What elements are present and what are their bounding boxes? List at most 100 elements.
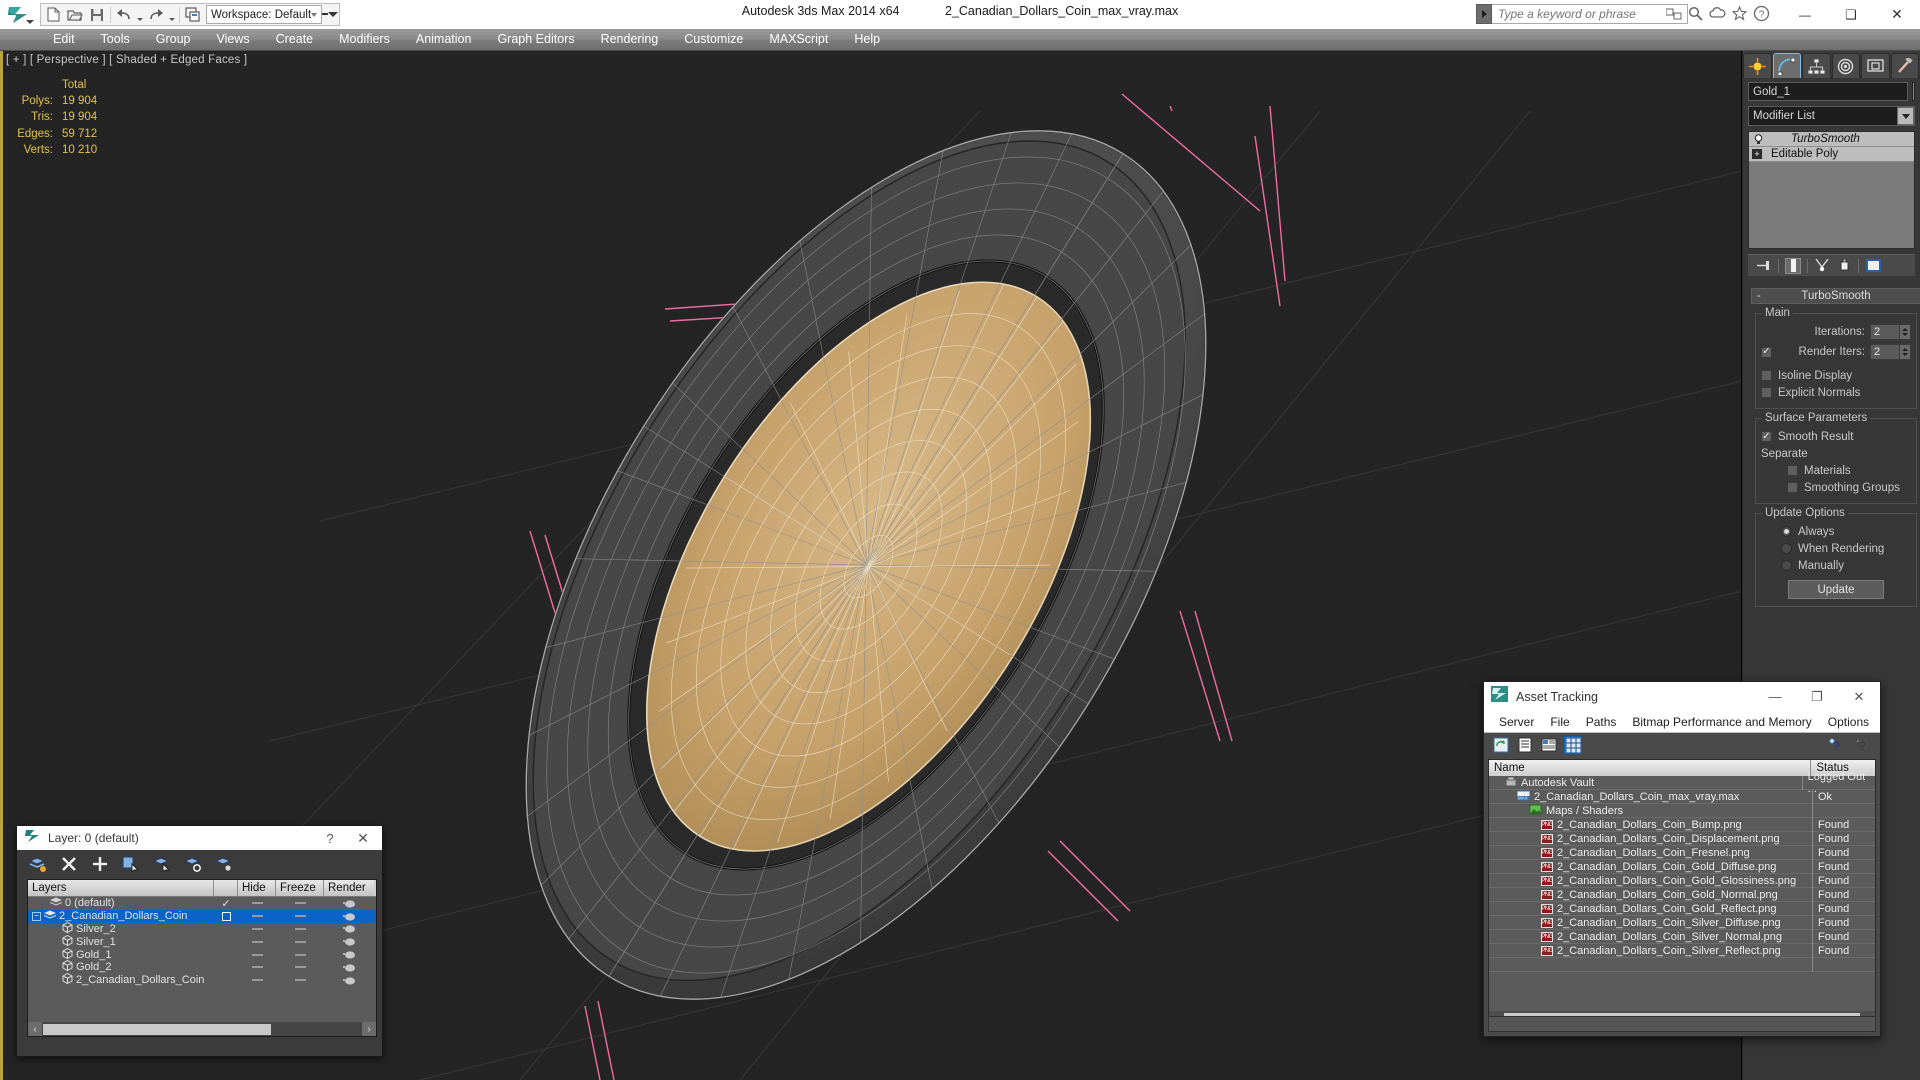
layer-freeze-toggle[interactable] — [276, 902, 324, 904]
asset-menu-file[interactable]: File — [1542, 715, 1577, 729]
layer-horizontal-scrollbar[interactable]: ‹ › — [28, 1022, 376, 1036]
explicit-normals-checkbox[interactable] — [1761, 387, 1772, 398]
modifier-stack[interactable]: TurboSmooth + Editable Poly — [1748, 131, 1915, 249]
make-unique-icon[interactable] — [1814, 258, 1830, 274]
layer-freeze-toggle[interactable] — [276, 966, 324, 968]
menu-tools[interactable]: Tools — [88, 29, 143, 50]
minimize-button[interactable]: — — [1782, 0, 1828, 29]
spinner-arrows[interactable] — [1900, 344, 1911, 360]
modifier-list-dropdown[interactable]: Modifier List — [1748, 106, 1915, 126]
redo-button[interactable] — [145, 4, 167, 25]
spinner-arrows[interactable] — [1900, 324, 1911, 340]
redo-dropdown[interactable] — [167, 4, 177, 25]
modify-tab[interactable] — [1773, 53, 1802, 78]
add-help-icon[interactable]: ? — [1828, 736, 1846, 754]
rollout-header[interactable]: - TurboSmooth — [1751, 288, 1920, 304]
asset-row[interactable]: PNG 2_Canadian_Dollars_Coin_Gold_Reflect… — [1489, 902, 1875, 916]
scroll-right-button[interactable]: › — [362, 1022, 376, 1036]
asset-row[interactable]: PNG 2_Canadian_Dollars_Coin_Silver_Refle… — [1489, 944, 1875, 958]
display-tab[interactable] — [1861, 53, 1890, 78]
cloud-icon[interactable] — [1709, 5, 1726, 22]
asset-row[interactable]: PNG 2_Canadian_Dollars_Coin_Gold_Normal.… — [1489, 888, 1875, 902]
layer-hide-toggle[interactable] — [238, 941, 276, 943]
grid-view-icon[interactable] — [1564, 736, 1582, 754]
layer-properties-icon[interactable] — [215, 855, 233, 873]
show-end-result-icon[interactable] — [1785, 258, 1801, 274]
object-name-input[interactable] — [1748, 82, 1908, 101]
create-tab[interactable] — [1743, 53, 1772, 78]
add-to-layer-icon[interactable] — [91, 855, 109, 873]
layer-hide-toggle[interactable] — [238, 954, 276, 956]
isoline-display-row[interactable]: Isoline Display — [1761, 367, 1911, 384]
layer-row[interactable]: Gold_2 — [28, 961, 376, 974]
layer-active-check[interactable] — [214, 912, 238, 921]
iterations-spinner[interactable] — [1870, 324, 1911, 340]
refresh-icon[interactable] — [1492, 736, 1510, 754]
chevron-down-icon[interactable] — [1897, 107, 1914, 125]
save-file-button[interactable] — [86, 4, 108, 25]
utilities-tab[interactable] — [1891, 53, 1920, 78]
hierarchy-tab[interactable] — [1802, 53, 1831, 78]
manually-radio[interactable] — [1781, 560, 1792, 571]
layer-render-toggle[interactable] — [324, 937, 374, 946]
select-layer-objects-icon[interactable] — [153, 855, 171, 873]
menu-help[interactable]: Help — [841, 29, 893, 50]
asset-row[interactable]: MAX 2_Canadian_Dollars_Coin_max_vray.max… — [1489, 790, 1875, 804]
asset-row[interactable]: PNG 2_Canadian_Dollars_Coin_Gold_Diffuse… — [1489, 860, 1875, 874]
asset-tracking-titlebar[interactable]: Asset Tracking — ❐ ✕ — [1484, 682, 1880, 711]
menu-create[interactable]: Create — [263, 29, 327, 50]
details-view-icon[interactable] — [1540, 736, 1558, 754]
new-file-button[interactable] — [42, 4, 64, 25]
highlight-selected-objects-icon[interactable] — [184, 855, 202, 873]
menu-group[interactable]: Group — [143, 29, 204, 50]
create-new-layer-icon[interactable] — [29, 855, 47, 873]
modifier-stack-item-editable-poly[interactable]: + Editable Poly — [1749, 147, 1914, 162]
smooth-result-checkbox[interactable] — [1761, 431, 1772, 442]
render-iters-spinner[interactable] — [1870, 344, 1911, 360]
layer-row[interactable]: 0 (default) ✓ — [28, 897, 376, 910]
asset-row[interactable]: PNG 2_Canadian_Dollars_Coin_Gold_Glossin… — [1489, 874, 1875, 888]
asset-row[interactable]: Autodesk Vault Logged Out ... — [1489, 776, 1875, 790]
scroll-thumb[interactable] — [43, 1024, 271, 1035]
help-icon[interactable]: ? — [1854, 736, 1872, 754]
menu-rendering[interactable]: Rendering — [588, 29, 672, 50]
workspace-menu-button[interactable] — [322, 4, 338, 25]
layer-hide-toggle[interactable] — [238, 966, 276, 968]
layer-render-toggle[interactable] — [324, 950, 374, 959]
layer-row[interactable]: Gold_1 — [28, 948, 376, 961]
delete-layer-icon[interactable] — [60, 855, 78, 873]
update-when-rendering-row[interactable]: When Rendering — [1761, 540, 1911, 557]
scroll-left-button[interactable]: ‹ — [28, 1022, 42, 1036]
layer-freeze-toggle[interactable] — [276, 941, 324, 943]
asset-row[interactable]: PNG 2_Canadian_Dollars_Coin_Silver_Diffu… — [1489, 916, 1875, 930]
layer-render-toggle[interactable] — [324, 899, 374, 908]
asset-row[interactable]: PNG 2_Canadian_Dollars_Coin_Bump.png Fou… — [1489, 818, 1875, 832]
menu-modifiers[interactable]: Modifiers — [326, 29, 403, 50]
connect-icon[interactable] — [1665, 5, 1682, 22]
asset-row[interactable]: Maps / Shaders — [1489, 804, 1875, 818]
motion-tab[interactable] — [1832, 53, 1861, 78]
search-input[interactable] — [1492, 4, 1688, 24]
explicit-normals-row[interactable]: Explicit Normals — [1761, 384, 1911, 401]
layer-active-check[interactable]: ✓ — [214, 897, 238, 910]
undo-button[interactable] — [113, 4, 135, 25]
layer-freeze-toggle[interactable] — [276, 954, 324, 956]
when-rendering-radio[interactable] — [1781, 543, 1792, 554]
layer-help-button[interactable]: ? — [316, 826, 344, 850]
layer-hide-toggle[interactable] — [238, 915, 276, 917]
layer-row[interactable]: 2_Canadian_Dollars_Coin — [28, 974, 376, 987]
layer-freeze-toggle[interactable] — [276, 979, 324, 981]
project-folder-button[interactable] — [182, 4, 204, 25]
object-color-swatch[interactable] — [1912, 82, 1915, 101]
application-menu-button[interactable] — [0, 0, 36, 29]
layer-row[interactable]: Silver_2 — [28, 923, 376, 936]
collapse-icon[interactable]: − — [32, 912, 41, 921]
asset-menu-options[interactable]: Options — [1820, 715, 1877, 729]
collapse-icon[interactable]: - — [1757, 290, 1761, 302]
layer-render-toggle[interactable] — [324, 924, 374, 933]
asset-maximize-button[interactable]: ❐ — [1796, 682, 1838, 711]
select-highlighted-objects-icon[interactable] — [122, 855, 140, 873]
layer-list[interactable]: Layers Hide Freeze Render 0 (default) ✓ — [27, 879, 377, 1037]
help-icon[interactable]: ? — [1753, 5, 1770, 22]
menu-views[interactable]: Views — [203, 29, 262, 50]
